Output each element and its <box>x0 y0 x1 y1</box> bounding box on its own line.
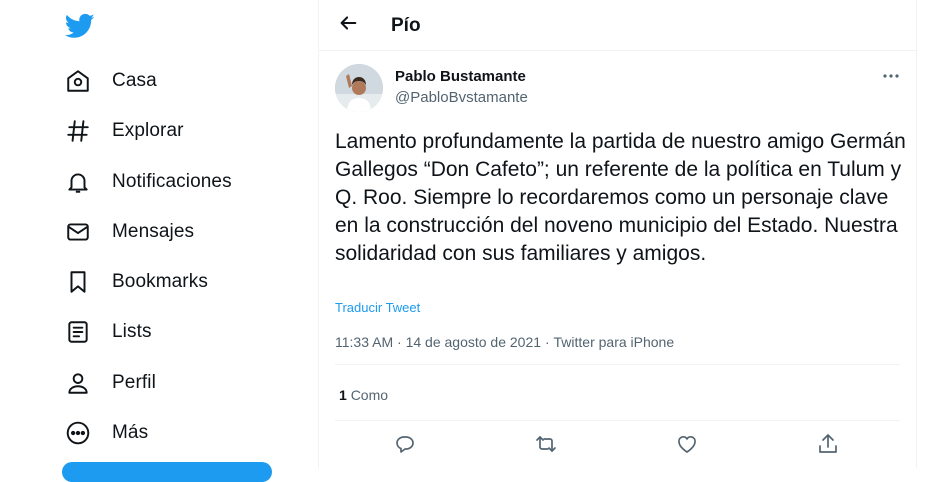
meta-separator: · <box>397 334 402 350</box>
retweet-icon[interactable] <box>534 432 558 456</box>
nav-item-explorar[interactable]: Explorar <box>60 111 184 151</box>
nav-label: Lists <box>112 321 152 342</box>
bookmark-icon <box>64 268 92 296</box>
nav-item-casa[interactable]: Casa <box>60 61 157 101</box>
author-handle[interactable]: @PabloBvstamante <box>395 89 528 106</box>
nav-item-lists[interactable]: Lists <box>60 312 152 352</box>
avatar[interactable] <box>335 64 383 112</box>
page-title: Pío <box>391 15 421 36</box>
nav-label: Casa <box>112 70 157 91</box>
nav-item-notificaciones[interactable]: Notificaciones <box>60 162 232 202</box>
tweet-text: Lamento profundamente la partida de nues… <box>335 130 906 265</box>
nav-item-mensajes[interactable]: Mensajes <box>60 212 194 252</box>
page-header: Pío <box>319 0 916 51</box>
nav-label: Más <box>112 422 149 443</box>
likes-count[interactable]: 1 Como <box>339 387 388 403</box>
more-circle-icon <box>64 419 92 447</box>
nav-item-perfil[interactable]: Perfil <box>60 363 156 403</box>
list-icon <box>64 318 92 346</box>
meta-separator: · <box>544 334 550 350</box>
author-name[interactable]: Pablo Bustamante <box>395 68 526 85</box>
profile-icon <box>64 369 92 397</box>
tweet-source[interactable]: Twitter para iPhone <box>554 334 675 350</box>
tweet-time[interactable]: 11:33 AM <box>335 334 393 350</box>
tweet-date[interactable]: 14 de agosto de 2021 <box>406 334 541 350</box>
nav-item-mas[interactable]: Más <box>60 413 148 453</box>
divider <box>335 420 900 421</box>
like-icon[interactable] <box>675 432 699 456</box>
sidebar: Casa Explorar Notificaciones Mensajes Bo… <box>0 0 318 482</box>
mail-icon <box>64 218 92 246</box>
nav-label: Notificaciones <box>112 171 232 192</box>
nav-label: Explorar <box>112 120 184 141</box>
share-icon[interactable] <box>816 432 840 456</box>
like-count-number: 1 <box>339 387 347 403</box>
reply-icon[interactable] <box>393 432 417 456</box>
nav-item-bookmarks[interactable]: Bookmarks <box>60 262 208 302</box>
divider <box>335 364 900 365</box>
home-icon <box>64 67 92 95</box>
nav-label: Mensajes <box>112 221 195 242</box>
twitter-logo-icon[interactable] <box>64 11 96 41</box>
main-column: Pío Pablo Bustamante @PabloBvstamante La… <box>319 0 916 468</box>
translate-link[interactable]: Traducir Tweet <box>335 300 420 315</box>
more-options-icon[interactable] <box>881 68 901 84</box>
bell-icon <box>64 168 92 196</box>
column-divider <box>916 0 917 468</box>
nav-label: Bookmarks <box>112 271 208 292</box>
like-count-label: Como <box>350 387 389 403</box>
back-arrow-icon[interactable] <box>337 12 359 34</box>
tweet-button[interactable] <box>62 462 272 482</box>
nav-label: Perfil <box>112 372 156 393</box>
tweet-meta: 11:33 AM · 14 de agosto de 2021 · Twitte… <box>335 334 674 350</box>
hashtag-icon <box>64 117 92 145</box>
